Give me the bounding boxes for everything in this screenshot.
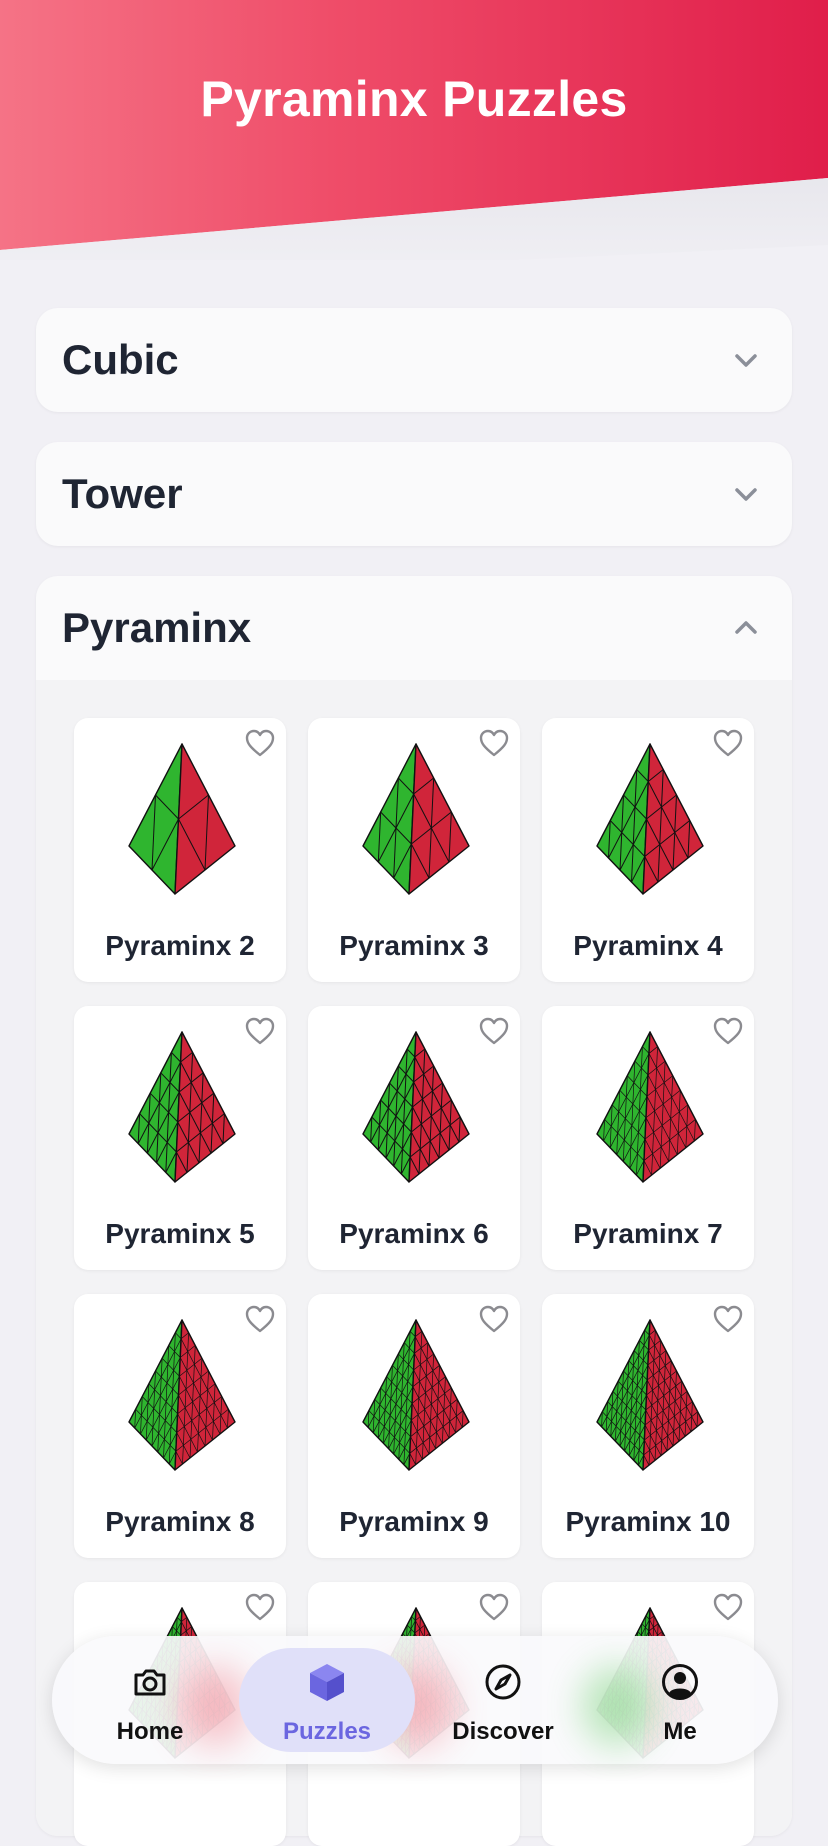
heart-icon[interactable] (478, 1592, 510, 1622)
puzzle-name: Pyraminx 5 (105, 1218, 255, 1249)
section-tower[interactable]: Tower (36, 442, 792, 546)
nav-label: Me (663, 1718, 697, 1745)
section-header[interactable]: Tower (36, 442, 792, 546)
compass-icon (485, 1664, 521, 1700)
heart-icon[interactable] (244, 1304, 276, 1334)
nav-label: Discover (452, 1718, 554, 1745)
nav-item-me[interactable]: Me (592, 1636, 768, 1764)
nav-item-puzzles[interactable]: Puzzles (239, 1636, 415, 1764)
nav-item-discover[interactable]: Discover (415, 1636, 591, 1764)
header: Pyraminx Puzzles (0, 0, 828, 260)
heart-icon[interactable] (712, 1304, 744, 1334)
puzzle-card[interactable]: Pyraminx 6 (308, 1006, 520, 1270)
page-title: Pyraminx Puzzles (200, 71, 628, 127)
heart-icon[interactable] (712, 728, 744, 758)
puzzle-card[interactable]: Pyraminx 5 (74, 1006, 286, 1270)
heart-icon[interactable] (712, 1592, 744, 1622)
nav-label: Puzzles (282, 1718, 372, 1745)
pyraminx-image (128, 1031, 236, 1183)
pyraminx-image (128, 743, 236, 895)
heart-icon[interactable] (478, 1304, 510, 1334)
camera-icon (134, 1669, 166, 1696)
puzzle-card[interactable]: Pyraminx 9 (308, 1294, 520, 1558)
puzzle-name: Pyraminx 2 (105, 930, 255, 961)
puzzle-card[interactable]: Pyraminx 4 (542, 718, 754, 982)
puzzle-card[interactable]: Pyraminx 3 (308, 718, 520, 982)
puzzle-name: Pyraminx 8 (105, 1506, 255, 1537)
chevron-down-icon[interactable] (732, 346, 760, 374)
puzzle-card[interactable]: Pyraminx 8 (74, 1294, 286, 1558)
section-cubic[interactable]: Cubic (36, 308, 792, 412)
puzzle-card[interactable]: Pyraminx 7 (542, 1006, 754, 1270)
chevron-down-icon[interactable] (732, 480, 760, 508)
heart-icon[interactable] (244, 1592, 276, 1622)
puzzle-name: Pyraminx 6 (339, 1218, 489, 1249)
pyraminx-image (362, 743, 470, 895)
heart-icon[interactable] (712, 1016, 744, 1046)
puzzle-name: Pyraminx 7 (573, 1218, 723, 1249)
bottom-nav: Home Puzzles Discover Me (52, 1636, 778, 1764)
pyraminx-image (362, 1031, 470, 1183)
pyraminx-image (596, 1319, 704, 1471)
section-title: Cubic (62, 336, 179, 383)
heart-icon[interactable] (478, 1016, 510, 1046)
puzzle-card[interactable]: Pyraminx 10 (542, 1294, 754, 1558)
pyraminx-image (128, 1319, 236, 1471)
pyraminx-image (362, 1319, 470, 1471)
section-title: Tower (62, 470, 183, 517)
chevron-up-icon[interactable] (732, 614, 760, 642)
heart-icon[interactable] (244, 1016, 276, 1046)
section-header[interactable]: Pyraminx (36, 576, 792, 680)
cube-icon (310, 1664, 344, 1701)
section-title: Pyraminx (62, 604, 252, 651)
puzzle-name: Pyraminx 9 (339, 1506, 489, 1537)
nav-item-home[interactable]: Home (62, 1636, 238, 1764)
puzzle-card[interactable]: Pyraminx 2 (74, 718, 286, 982)
nav-label: Home (116, 1718, 184, 1745)
puzzle-name: Pyraminx 3 (339, 930, 489, 961)
heart-icon[interactable] (244, 728, 276, 758)
puzzle-name: Pyraminx 10 (565, 1506, 731, 1537)
section-header[interactable]: Cubic (36, 308, 792, 412)
pyraminx-image (596, 1031, 704, 1183)
user-circle-icon (662, 1664, 698, 1700)
puzzle-name: Pyraminx 4 (573, 930, 723, 961)
heart-icon[interactable] (478, 728, 510, 758)
pyraminx-image (596, 743, 704, 895)
